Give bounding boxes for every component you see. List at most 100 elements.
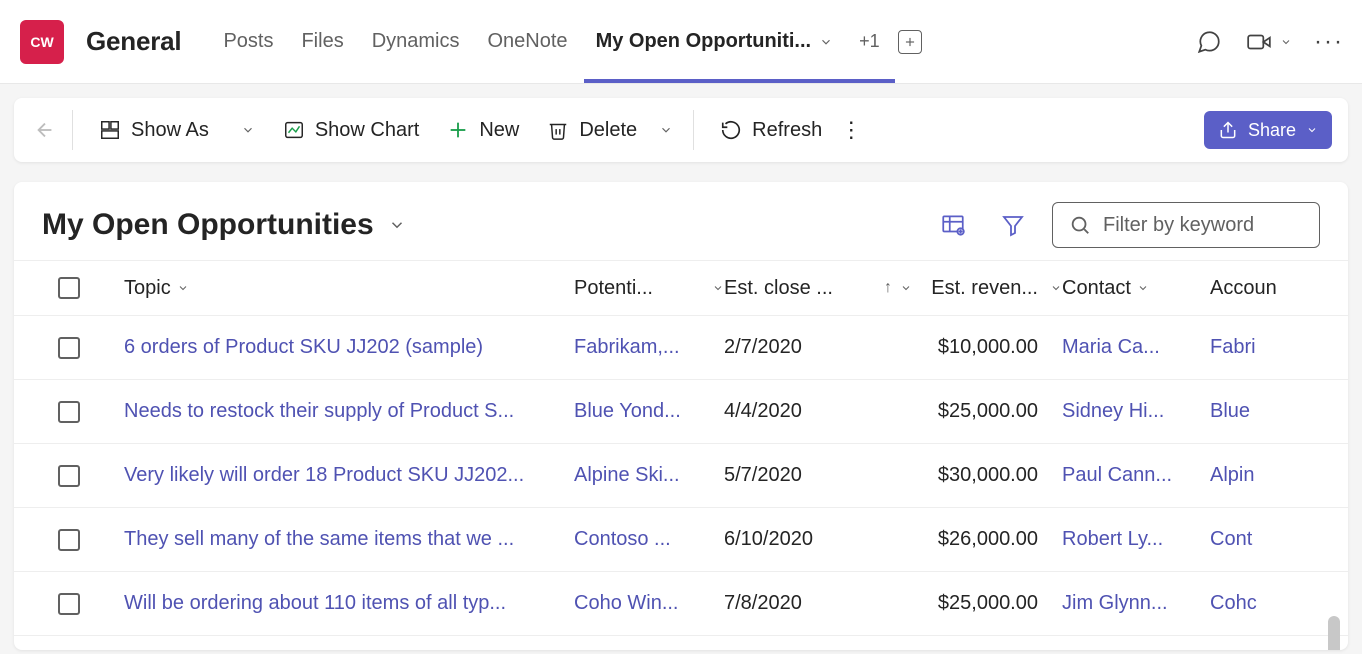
cell-topic[interactable]: 6 orders of Product SKU JJ202 (sample) [124, 336, 574, 359]
column-label: Contact [1062, 277, 1131, 300]
cell-contact[interactable]: Sidney Hi... [1062, 400, 1210, 423]
cell-contact[interactable]: Maria Ca... [1062, 336, 1210, 359]
command-bar: Show As Show Chart New Delete [14, 98, 1348, 162]
add-tab-button[interactable] [898, 30, 922, 54]
chevron-down-icon [712, 282, 724, 294]
chevron-down-icon [900, 282, 912, 294]
tab-overflow-count[interactable]: +1 [859, 31, 880, 52]
refresh-label: Refresh [752, 119, 822, 142]
chevron-down-icon [1306, 124, 1318, 136]
row-checkbox[interactable] [58, 593, 80, 615]
cell-topic[interactable]: Very likely will order 18 Product SKU JJ… [124, 464, 574, 487]
new-button[interactable]: New [433, 119, 533, 142]
chevron-down-icon [388, 216, 406, 234]
cell-topic[interactable]: Will be ordering about 110 items of all … [124, 592, 574, 615]
cell-account[interactable]: Cont [1210, 528, 1330, 551]
cell-customer[interactable]: Contoso ... [574, 528, 724, 551]
cell-topic[interactable]: Needs to restock their supply of Product… [124, 400, 574, 423]
grid-header: Topic Potenti... Est. close ... ↑ [14, 260, 1348, 316]
data-panel: My Open Opportunities [14, 182, 1348, 650]
table-row[interactable]: They sell many of the same items that we… [14, 508, 1348, 572]
channel-name[interactable]: General [86, 26, 181, 57]
chevron-down-icon[interactable] [1280, 36, 1292, 48]
row-checkbox[interactable] [58, 465, 80, 487]
tab-label: OneNote [488, 30, 568, 53]
cell-close-date: 4/4/2020 [724, 400, 912, 423]
column-header-revenue[interactable]: Est. reven... [912, 277, 1062, 300]
cell-account[interactable]: Cohc [1210, 592, 1330, 615]
cell-revenue: $25,000.00 [912, 592, 1062, 615]
cell-account[interactable]: Alpin [1210, 464, 1330, 487]
column-label: Est. close ... [724, 277, 833, 300]
refresh-icon [720, 119, 742, 141]
cell-customer[interactable]: Coho Win... [574, 592, 724, 615]
cell-customer[interactable]: Alpine Ski... [574, 464, 724, 487]
new-label: New [479, 119, 519, 142]
cell-revenue: $26,000.00 [912, 528, 1062, 551]
more-icon[interactable]: ··· [1316, 29, 1342, 55]
column-label: Potenti... [574, 277, 653, 300]
delete-label: Delete [579, 119, 637, 142]
search-icon [1069, 214, 1091, 236]
cell-close-date: 6/10/2020 [724, 528, 912, 551]
column-header-contact[interactable]: Contact [1062, 277, 1210, 300]
cell-customer[interactable]: Fabrikam,... [574, 336, 724, 359]
share-icon [1218, 120, 1238, 140]
cell-customer[interactable]: Blue Yond... [574, 400, 724, 423]
refresh-button[interactable]: Refresh [706, 119, 836, 142]
tab-posts[interactable]: Posts [209, 0, 287, 83]
cell-contact[interactable]: Jim Glynn... [1062, 592, 1210, 615]
cell-contact[interactable]: Paul Cann... [1062, 464, 1210, 487]
tab-dynamics[interactable]: Dynamics [358, 0, 474, 83]
view-title: My Open Opportunities [42, 208, 374, 242]
filter-box[interactable] [1052, 202, 1320, 248]
delete-split-button[interactable] [651, 123, 681, 137]
cell-close-date: 5/7/2020 [724, 464, 912, 487]
tab-label: Files [301, 30, 343, 53]
overflow-button[interactable]: ⋮ [836, 117, 866, 143]
cell-account[interactable]: Blue [1210, 400, 1330, 423]
row-checkbox[interactable] [58, 401, 80, 423]
column-header-close-date[interactable]: Est. close ... ↑ [724, 277, 912, 300]
column-header-customer[interactable]: Potenti... [574, 277, 724, 300]
chevron-down-icon [1137, 282, 1149, 294]
chat-icon[interactable] [1196, 29, 1222, 55]
divider [693, 110, 694, 150]
filter-input[interactable] [1103, 214, 1303, 237]
view-selector[interactable]: My Open Opportunities [42, 208, 406, 242]
show-chart-button[interactable]: Show Chart [269, 119, 434, 142]
chevron-down-icon [241, 123, 255, 137]
team-badge[interactable]: CW [20, 20, 64, 64]
column-header-account[interactable]: Accoun [1210, 277, 1330, 300]
table-row[interactable]: Needs to restock their supply of Product… [14, 380, 1348, 444]
column-label: Accoun [1210, 277, 1277, 300]
row-checkbox[interactable] [58, 529, 80, 551]
opportunities-grid: Topic Potenti... Est. close ... ↑ [14, 260, 1348, 636]
video-icon[interactable] [1246, 29, 1272, 55]
row-checkbox[interactable] [58, 337, 80, 359]
tab-onenote[interactable]: OneNote [474, 0, 582, 83]
filter-icon[interactable] [1000, 212, 1026, 238]
cell-revenue: $30,000.00 [912, 464, 1062, 487]
chevron-down-icon [177, 282, 189, 294]
table-row[interactable]: 6 orders of Product SKU JJ202 (sample) F… [14, 316, 1348, 380]
edit-columns-icon[interactable] [940, 212, 966, 238]
cell-contact[interactable]: Robert Ly... [1062, 528, 1210, 551]
select-all-checkbox[interactable] [58, 277, 80, 299]
show-as-button[interactable]: Show As [85, 119, 269, 142]
plus-icon [447, 119, 469, 141]
tab-my-open-opportunities[interactable]: My Open Opportuniti... [582, 0, 848, 83]
scrollbar-thumb[interactable] [1328, 616, 1340, 650]
chevron-down-icon[interactable] [819, 35, 833, 49]
cell-account[interactable]: Fabri [1210, 336, 1330, 359]
cell-revenue: $10,000.00 [912, 336, 1062, 359]
share-button[interactable]: Share [1204, 111, 1332, 149]
delete-button[interactable]: Delete [533, 119, 651, 142]
grid-view-icon [99, 119, 121, 141]
table-row[interactable]: Will be ordering about 110 items of all … [14, 572, 1348, 636]
column-header-topic[interactable]: Topic [124, 277, 574, 300]
tab-files[interactable]: Files [287, 0, 357, 83]
tab-label: My Open Opportuniti... [596, 30, 812, 53]
cell-topic[interactable]: They sell many of the same items that we… [124, 528, 574, 551]
table-row[interactable]: Very likely will order 18 Product SKU JJ… [14, 444, 1348, 508]
